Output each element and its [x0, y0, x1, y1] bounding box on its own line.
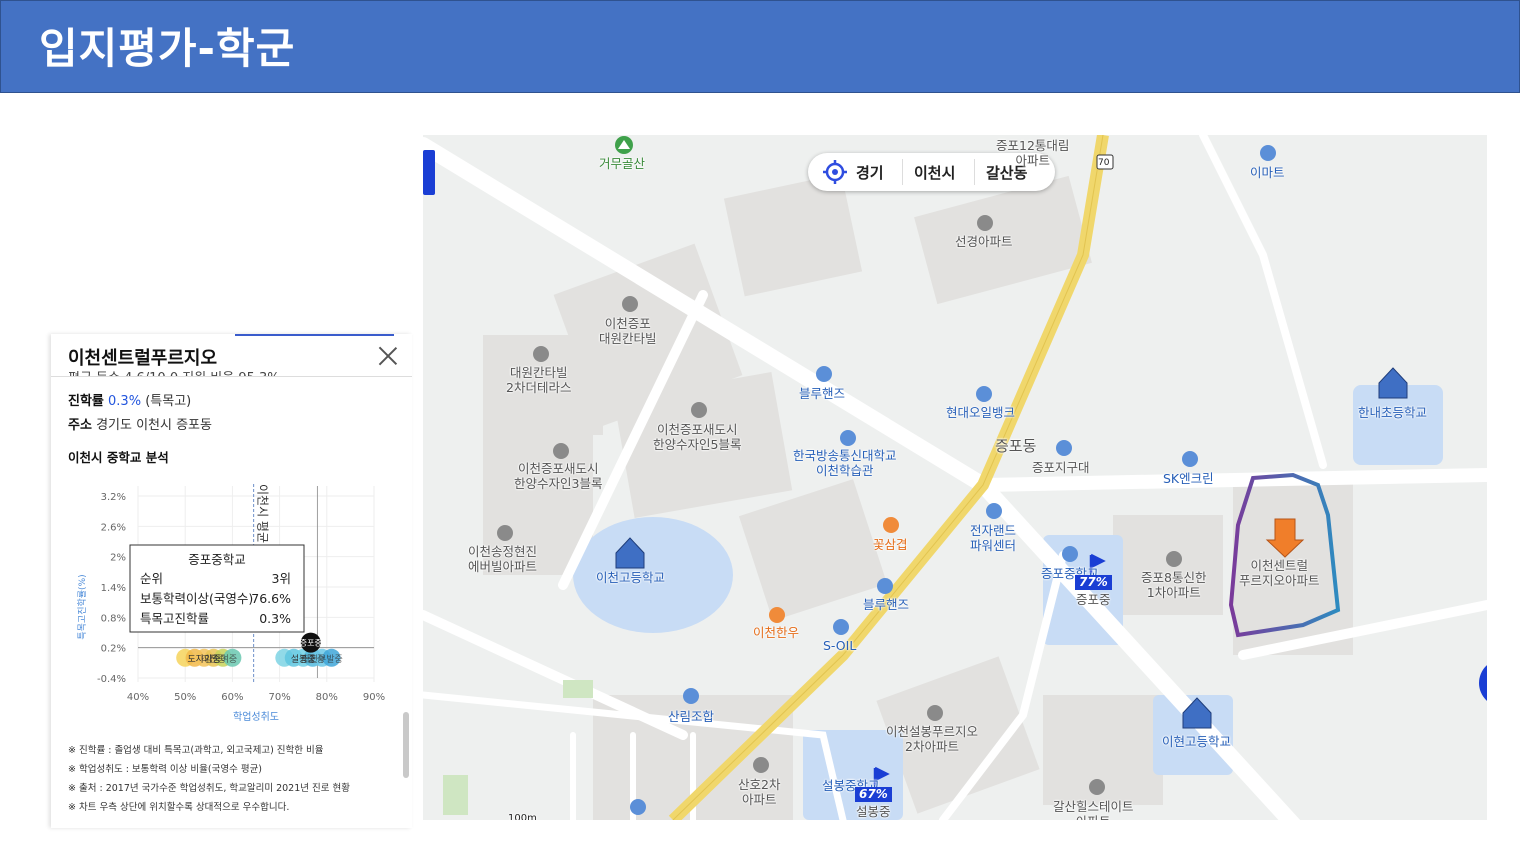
map-label-hanyang5: 이천증포새도시 한양수자인5블록	[653, 422, 742, 452]
map-label-seolbongmid-short: 설봉중	[856, 804, 891, 819]
chart-notes: ※ 진학률 : 졸업생 대비 특목고(과학고, 외고국제고) 진학한 비율 ※ …	[68, 741, 350, 817]
map-view[interactable]: 경기 이천시 갈산동 70 거무골산 증포12통대림 아파트 이마트 선경아파트…	[423, 135, 1487, 820]
map-label-emart: 이마트	[1250, 165, 1285, 180]
breadcrumb-province[interactable]: 경기	[856, 162, 884, 183]
map-label-sanho: 산호2차 아파트	[738, 777, 781, 807]
map-label-daewon2: 대원칸타빌 2차더테라스	[506, 365, 572, 395]
x-axis-label: 학업성취도	[233, 710, 279, 723]
map-label-sanlim: 산림조합	[668, 709, 715, 724]
map-label-hanyang3: 이천증포새도시 한양수자인3블록	[514, 461, 603, 491]
slide-title-bar: 입지평가-학군	[0, 0, 1520, 93]
x-tick-label: 80%	[316, 692, 338, 703]
map-label-daelim: 증포12통대림 아파트	[996, 138, 1070, 168]
panel-scrollbar[interactable]	[403, 712, 409, 778]
note-line: ※ 진학률 : 졸업생 대비 특목고(과학고, 외고국제고) 진학한 비율	[68, 745, 324, 756]
map-label-seonkyung: 선경아파트	[955, 234, 1013, 249]
tooltip-key: 특목고진학률	[140, 611, 209, 626]
breadcrumb-city[interactable]: 이천시	[914, 162, 955, 183]
tooltip-value: 3위	[272, 571, 291, 586]
map-side-tab[interactable]	[423, 150, 435, 195]
map-label-broadcast: 한국방송통신대학교 이천학습관	[793, 448, 897, 478]
x-tick-label: 70%	[268, 692, 290, 703]
map-label-bluehands2: 블루핸즈	[863, 597, 910, 612]
tooltip-title: 증포중학교	[188, 552, 246, 567]
y-tick-label: 2%	[110, 553, 126, 564]
school-info-panel: 이천센트럴푸르지오 평균 등수 4.6/10.0 지원 비율 95.3% 진학률…	[51, 334, 412, 828]
school-rate-badge: 77%	[1075, 575, 1112, 590]
map-label-mountain: 거무골산	[599, 156, 646, 171]
scatter-chart: 40% 50% 60% 70% 80% 90% 3.2% 2.6% 2% 1.4% 0.8% 0.2%…	[77, 484, 385, 723]
y-tick-label: 2.6%	[101, 522, 126, 533]
map-label-songjeong: 이천송정현진 에버빌아파트	[468, 544, 538, 574]
y-tick-label: 1.4%	[101, 583, 126, 594]
map-label-kkotsam: 꽃삼겹	[873, 537, 908, 552]
map-label-central: 이천센트럴 푸르지오아파트	[1239, 558, 1320, 588]
point-label: 이천부발중	[301, 654, 342, 665]
school-rate-badge: 67%	[855, 787, 892, 802]
map-label-shinhan: 증포8통신한 1차아파트	[1141, 570, 1207, 600]
map-label-hanwoo: 이천한우	[753, 625, 800, 640]
map-label-seolbong-fg: 이천설봉푸르지오 2차아파트	[886, 724, 979, 754]
route-number: 70	[1098, 158, 1110, 168]
x-tick-label: 40%	[127, 692, 149, 703]
tooltip-key: 순위	[140, 571, 163, 586]
y-tick-label: 0.8%	[101, 613, 126, 624]
x-tick-label: 60%	[221, 692, 243, 703]
map-label-bluehands: 블루핸즈	[799, 386, 846, 401]
avg-line-label: 이천시 평균	[256, 484, 271, 543]
tooltip-value: 76.6%	[251, 591, 291, 606]
y-tick-label: -0.4%	[97, 674, 126, 685]
map-label-skenclean: SK엔크린	[1163, 471, 1214, 486]
map-label-icheonhigh: 이천고등학교	[596, 570, 666, 585]
map-label-galsan: 갈산힐스테이트 아파트	[1053, 799, 1134, 820]
tooltip-value: 0.3%	[259, 611, 291, 626]
map-side-button[interactable]	[1479, 659, 1487, 707]
highlight-label: 증포중	[300, 639, 322, 648]
map-label-daewon: 이천증포 대원칸타빌	[599, 316, 657, 346]
x-tick-label: 90%	[363, 692, 385, 703]
map-label-jeungpodong: 증포동	[995, 437, 1037, 455]
map-label-soil: S-OIL	[823, 638, 857, 653]
tooltip-key: 보통학력이상(국영수)	[140, 591, 253, 606]
note-line: ※ 학업성취도 : 보통학력 이상 비율(국영수 평균)	[68, 764, 263, 775]
map-scale: 100m	[508, 813, 537, 820]
crosshair-icon[interactable]	[822, 159, 848, 185]
y-axis-label: 특목고진학률(%)	[77, 574, 88, 639]
map-label-electroland: 전자랜드 파워센터	[970, 523, 1017, 553]
note-line: ※ 출처 : 2017년 국가수준 학업성취도, 학교알리미 2021년 진로 …	[68, 783, 350, 794]
y-tick-label: 3.2%	[101, 492, 126, 503]
x-tick-label: 50%	[174, 692, 196, 703]
breadcrumb-sep	[902, 159, 903, 185]
map-label-ihyeon: 이현고등학교	[1162, 734, 1232, 749]
map-label-jpmid-short: 증포중	[1076, 592, 1111, 607]
point-label: 양정여중	[204, 653, 237, 665]
slide-title: 입지평가-학군	[39, 24, 296, 73]
breadcrumb-sep	[974, 159, 975, 185]
note-line: ※ 차트 우측 상단에 위치할수록 상대적으로 우수합니다.	[68, 802, 290, 813]
map-label-jigudae: 증포지구대	[1032, 460, 1090, 475]
map-label-hannae: 한내초등학교	[1358, 405, 1428, 420]
y-tick-label: 0.2%	[101, 644, 126, 655]
map-label-hyundaioil: 현대오일뱅크	[946, 405, 1016, 420]
